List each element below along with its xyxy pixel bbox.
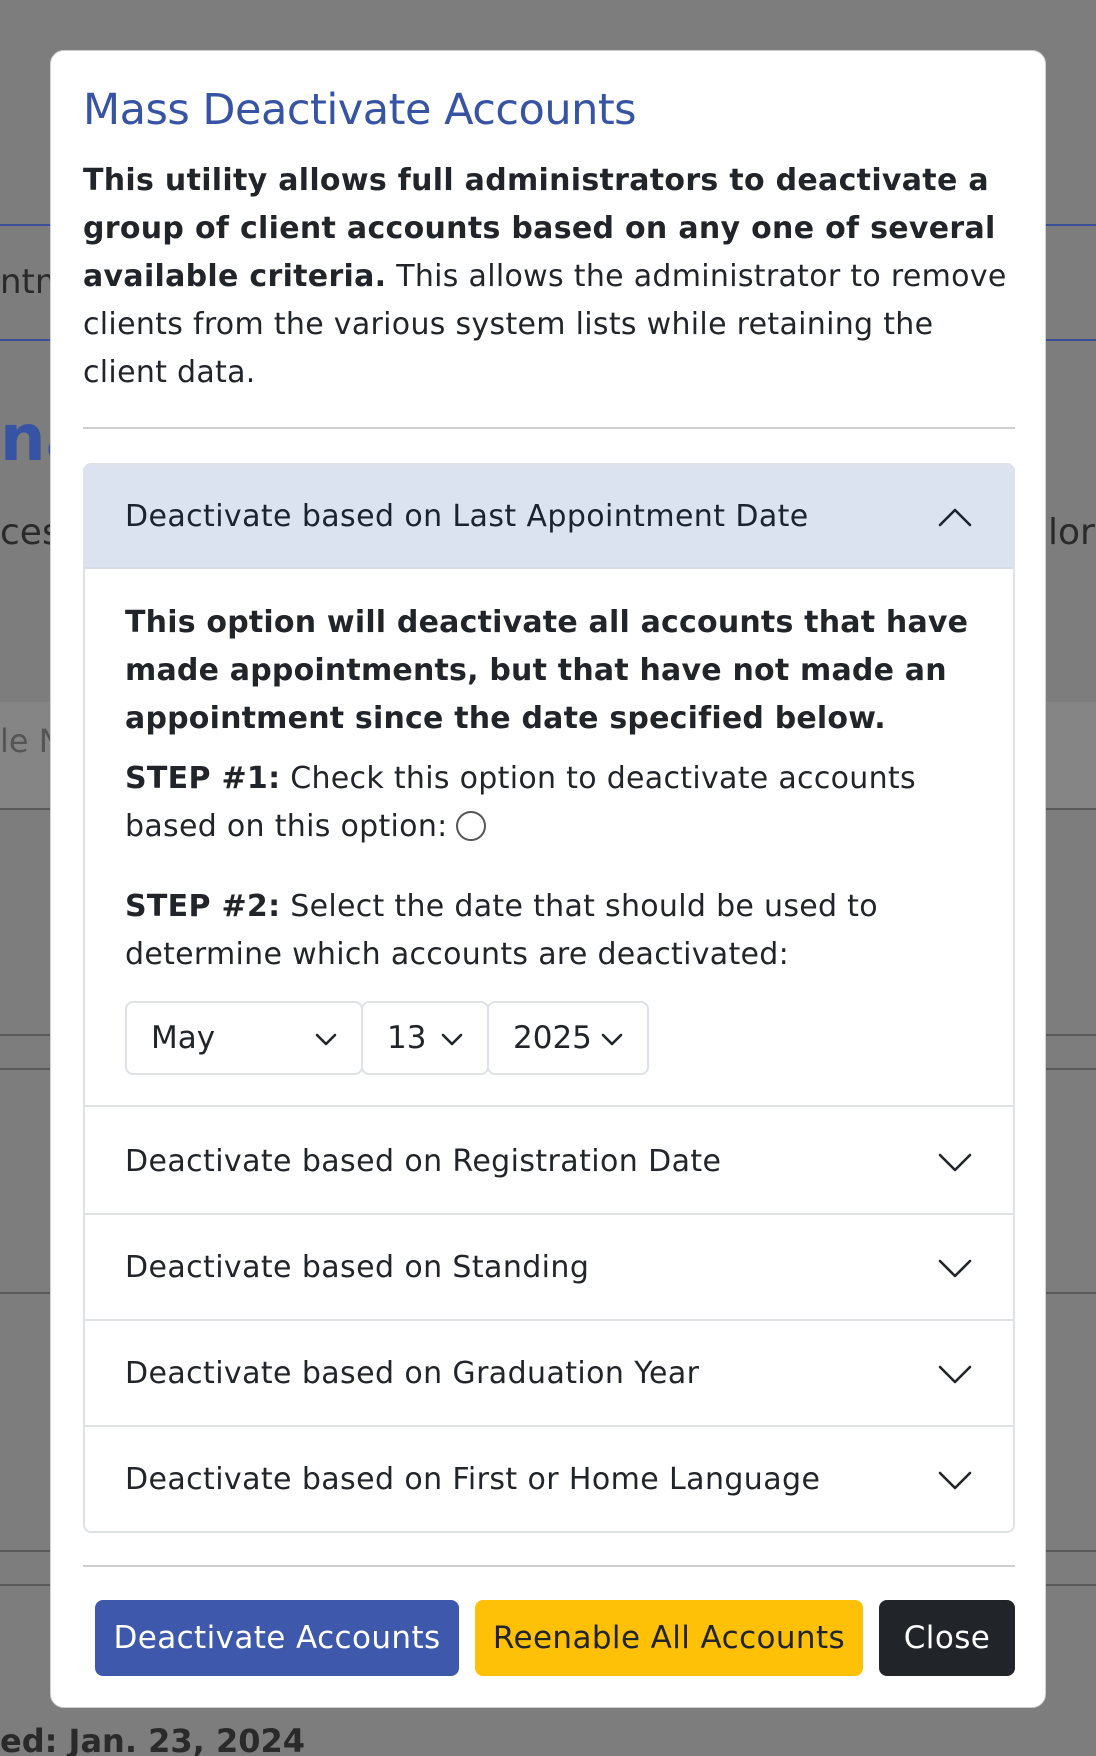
accordion-header-label: Deactivate based on First or Home Langua… [125,1462,821,1497]
year-select-value: 2025 [513,1020,592,1056]
accordion-header-graduation-year[interactable]: Deactivate based on Graduation Year [85,1321,1013,1427]
accordion-body-last-appointment: This option will deactivate all accounts… [85,571,1013,1107]
chevron-down-icon [938,1471,972,1490]
day-select[interactable]: 13 [361,1001,489,1075]
deactivate-accounts-button[interactable]: Deactivate Accounts [95,1600,459,1676]
reenable-all-accounts-button[interactable]: Reenable All Accounts [475,1600,863,1676]
chevron-down-icon [938,1259,972,1278]
accordion-header-label: Deactivate based on Standing [125,1250,590,1285]
year-select[interactable]: 2025 [487,1001,649,1075]
month-select[interactable]: May [125,1001,363,1075]
mass-deactivate-modal: Mass Deactivate Accounts This utility al… [50,50,1046,1708]
accordion-header-standing[interactable]: Deactivate based on Standing [85,1215,1013,1321]
criteria-accordion: Deactivate based on Last Appointment Dat… [83,463,1015,1533]
step-1-label: STEP #1: [125,761,281,796]
month-select-value: May [151,1020,216,1056]
accordion-header-label: Deactivate based on Last Appointment Dat… [125,499,809,534]
bg-text: lore [1048,512,1096,553]
divider [83,427,1015,429]
day-select-value: 13 [387,1020,427,1056]
chevron-down-icon [315,1033,337,1046]
chevron-down-icon [938,1365,972,1384]
bg-footer-text: ed: Jan. 23, 2024 [0,1722,306,1756]
close-button[interactable]: Close [879,1600,1015,1676]
accordion-header-label: Deactivate based on Graduation Year [125,1356,700,1391]
accordion-header-registration-date[interactable]: Deactivate based on Registration Date [85,1109,1013,1215]
modal-title: Mass Deactivate Accounts [83,85,637,135]
chevron-down-icon [441,1033,463,1046]
chevron-down-icon [938,1153,972,1172]
enable-option-radio[interactable] [455,811,486,841]
step-2-label: STEP #2: [125,889,281,924]
chevron-up-icon [938,508,972,527]
divider [83,1565,1015,1567]
chevron-down-icon [601,1033,623,1046]
modal-intro: This utility allows full administrators … [83,157,1023,397]
accordion-header-label: Deactivate based on Registration Date [125,1144,722,1179]
accordion-header-first-language[interactable]: Deactivate based on First or Home Langua… [85,1427,1013,1531]
step-2: STEP #2: Select the date that should be … [125,883,985,979]
option-description: This option will deactivate all accounts… [125,605,969,736]
accordion-header-last-appointment[interactable]: Deactivate based on Last Appointment Dat… [85,465,1013,569]
step-1: STEP #1: Check this option to deactivate… [125,755,985,851]
